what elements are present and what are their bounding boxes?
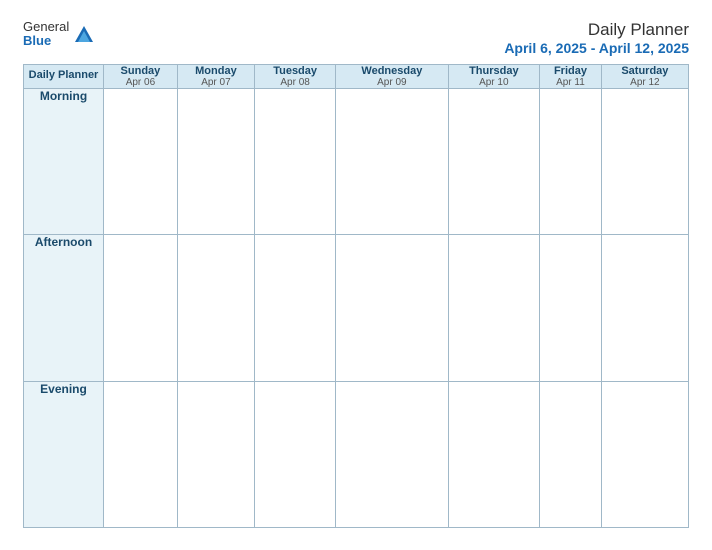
evening-thursday[interactable] <box>448 381 540 527</box>
col-friday: Friday Apr 11 <box>540 65 602 89</box>
evening-wednesday[interactable] <box>336 381 448 527</box>
main-title: Daily Planner <box>504 20 689 40</box>
evening-sunday[interactable] <box>104 381 178 527</box>
day-name-1: Monday <box>178 65 254 77</box>
evening-saturday[interactable] <box>601 381 688 527</box>
morning-thursday[interactable] <box>448 89 540 235</box>
logo-blue: Blue <box>23 34 69 48</box>
morning-wednesday[interactable] <box>336 89 448 235</box>
day-date-5: Apr 11 <box>540 77 601 88</box>
afternoon-friday[interactable] <box>540 235 602 381</box>
col-monday: Monday Apr 07 <box>177 65 254 89</box>
afternoon-sunday[interactable] <box>104 235 178 381</box>
logo-icon <box>73 24 95 46</box>
day-date-2: Apr 08 <box>255 77 335 88</box>
day-date-3: Apr 09 <box>336 77 447 88</box>
day-name-2: Tuesday <box>255 65 335 77</box>
header: General Blue Daily Planner April 6, 2025… <box>23 20 689 56</box>
calendar-table: Daily Planner Sunday Apr 06 Monday Apr 0… <box>23 64 689 528</box>
row-evening: Evening <box>24 381 689 527</box>
title-area: Daily Planner April 6, 2025 - April 12, … <box>504 20 689 56</box>
afternoon-monday[interactable] <box>177 235 254 381</box>
evening-friday[interactable] <box>540 381 602 527</box>
morning-tuesday[interactable] <box>255 89 336 235</box>
day-date-1: Apr 07 <box>178 77 254 88</box>
afternoon-saturday[interactable] <box>601 235 688 381</box>
day-date-6: Apr 12 <box>602 77 688 88</box>
morning-label: Morning <box>24 89 104 235</box>
col-tuesday: Tuesday Apr 08 <box>255 65 336 89</box>
col-sunday: Sunday Apr 06 <box>104 65 178 89</box>
page: General Blue Daily Planner April 6, 2025… <box>11 10 701 540</box>
row-morning: Morning <box>24 89 689 235</box>
label-header-text: Daily Planner <box>29 69 99 81</box>
morning-saturday[interactable] <box>601 89 688 235</box>
day-date-4: Apr 10 <box>449 77 540 88</box>
col-thursday: Thursday Apr 10 <box>448 65 540 89</box>
day-name-4: Thursday <box>449 65 540 77</box>
table-label-header: Daily Planner <box>24 65 104 89</box>
logo-area: General Blue <box>23 20 95 49</box>
evening-monday[interactable] <box>177 381 254 527</box>
morning-monday[interactable] <box>177 89 254 235</box>
logo-text: General Blue <box>23 20 69 49</box>
logo-general: General <box>23 20 69 34</box>
afternoon-thursday[interactable] <box>448 235 540 381</box>
afternoon-tuesday[interactable] <box>255 235 336 381</box>
evening-tuesday[interactable] <box>255 381 336 527</box>
day-name-3: Wednesday <box>336 65 447 77</box>
header-row: Daily Planner Sunday Apr 06 Monday Apr 0… <box>24 65 689 89</box>
col-saturday: Saturday Apr 12 <box>601 65 688 89</box>
day-name-6: Saturday <box>602 65 688 77</box>
date-range: April 6, 2025 - April 12, 2025 <box>504 40 689 56</box>
row-afternoon: Afternoon <box>24 235 689 381</box>
morning-friday[interactable] <box>540 89 602 235</box>
evening-label: Evening <box>24 381 104 527</box>
afternoon-wednesday[interactable] <box>336 235 448 381</box>
afternoon-label: Afternoon <box>24 235 104 381</box>
day-name-5: Friday <box>540 65 601 77</box>
day-name-0: Sunday <box>104 65 177 77</box>
day-date-0: Apr 06 <box>104 77 177 88</box>
morning-sunday[interactable] <box>104 89 178 235</box>
col-wednesday: Wednesday Apr 09 <box>336 65 448 89</box>
